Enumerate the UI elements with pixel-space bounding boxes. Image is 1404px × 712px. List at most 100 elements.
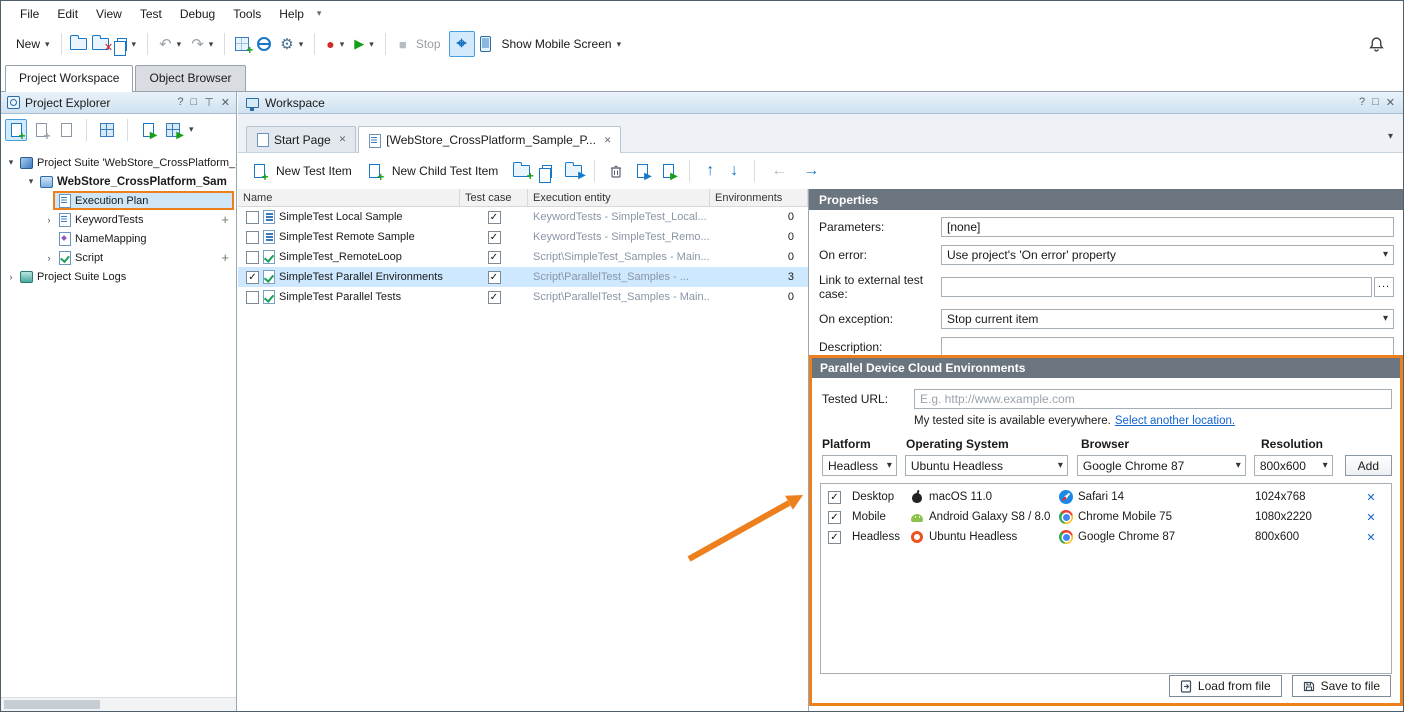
tree-item[interactable]: ▾ WebStore_CrossPlatform_Sam [1,172,236,191]
open-project-button[interactable] [68,33,90,55]
run-button[interactable]: ▶▾ [349,33,379,55]
test-case-checkbox[interactable]: ✓ [488,211,501,224]
close-tab-icon[interactable]: ✕ [339,134,347,145]
browse-button[interactable]: ... [1374,277,1394,297]
record-button[interactable]: ●▾ [321,33,349,55]
tree-item[interactable]: › KeywordTests + [1,210,236,229]
new-group-button[interactable]: + [510,160,532,182]
tree-item[interactable]: Execution Plan [1,191,236,210]
close-tab-icon[interactable]: ✕ [604,135,612,146]
row-checkbox[interactable] [246,231,259,244]
new-item-button[interactable]: + [30,119,52,141]
on-exception-select[interactable]: Stop current item [941,309,1394,329]
add-environment-button[interactable]: Add [1345,455,1392,476]
float-panel-button[interactable]: □ [1372,96,1379,109]
expander-icon[interactable]: ▾ [25,176,37,187]
menu-item[interactable]: File [11,3,48,25]
options-button[interactable]: ⚙▾ [275,32,308,56]
object-spy-button[interactable]: ⌖ [449,31,475,57]
close-panel-button[interactable]: ✕ [1386,96,1395,109]
move-into-group-button[interactable]: ▶ [562,160,584,182]
show-mobile-screen-button[interactable]: Show Mobile Screen ▾ [497,34,627,54]
pin-panel-button[interactable]: ⊤ [204,96,214,109]
add-new-item-button[interactable]: + [231,33,253,55]
select-location-link[interactable]: Select another location. [1115,415,1235,427]
delete-button[interactable] [605,160,627,182]
panel-tab[interactable]: Object Browser [135,65,245,91]
on-error-select[interactable]: Use project's 'On error' property [941,245,1394,265]
table-row[interactable]: SimpleTest Local Sample ✓ KeywordTests -… [238,207,808,227]
tree-item[interactable]: › Script + [1,248,236,267]
delete-environment-button[interactable]: ✕ [1351,531,1391,544]
test-case-checkbox[interactable]: ✓ [488,291,501,304]
notifications-button[interactable] [1365,33,1387,55]
test-case-checkbox[interactable]: ✓ [488,251,501,264]
add-icon[interactable]: + [221,250,229,265]
document-tab[interactable]: Start Page ✕ [246,126,356,152]
panel-tab[interactable]: Project Workspace [5,65,133,92]
menu-item[interactable]: Tools [224,3,270,25]
row-checkbox[interactable]: ✓ [246,271,259,284]
redo-button[interactable]: ↷▾ [186,32,218,56]
row-checkbox[interactable] [246,291,259,304]
run-project-suite-button[interactable]: ▶ [162,119,184,141]
menu-item[interactable]: Debug [171,3,224,25]
tree-item[interactable]: NameMapping [1,229,236,248]
delete-environment-button[interactable]: ✕ [1351,511,1391,524]
copy-item-button[interactable] [55,119,77,141]
delete-environment-button[interactable]: ✕ [1351,491,1391,504]
mobile-screen-icon-button[interactable] [475,33,497,55]
new-child-test-item-label[interactable]: New Child Test Item [392,164,498,178]
undo-button[interactable]: ↶▾ [154,32,186,56]
browser-select[interactable]: Google Chrome 87 [1077,455,1246,476]
run-focused-item-button[interactable]: ▶ [657,160,679,182]
help-button[interactable]: ? [1359,96,1365,109]
description-input[interactable] [941,337,1394,357]
environment-checkbox[interactable]: ✓ [828,531,841,544]
move-up-button[interactable]: ↑ [700,162,720,180]
save-all-button[interactable]: ▾ [112,35,142,54]
row-checkbox[interactable] [246,211,259,224]
scrollbar-thumb[interactable] [4,700,100,709]
menu-item[interactable]: Test [131,3,171,25]
platform-select[interactable]: Headless [822,455,897,476]
organize-items-button[interactable] [96,119,118,141]
link-external-test-case-input[interactable] [941,277,1372,297]
table-row[interactable]: SimpleTest Parallel Tests ✓ Script\Paral… [238,287,808,307]
close-panel-button[interactable]: ✕ [221,96,230,109]
horizontal-scrollbar[interactable] [1,697,236,711]
indent-item-button[interactable]: → [797,162,825,180]
add-item-button[interactable]: + [5,119,27,141]
menu-item[interactable]: Edit [48,3,87,25]
resolution-select[interactable]: 800x600 [1254,455,1333,476]
expander-icon[interactable]: ▾ [5,157,17,168]
expander-icon[interactable]: › [5,272,17,282]
test-case-checkbox[interactable]: ✓ [488,231,501,244]
row-checkbox[interactable] [246,251,259,264]
web-testing-button[interactable] [253,33,275,55]
load-from-file-button[interactable]: Load from file [1169,675,1282,697]
tree-item[interactable]: › Project Suite Logs [1,267,236,286]
expander-icon[interactable]: › [43,215,55,225]
add-icon[interactable]: + [221,212,229,227]
new-child-test-item-button[interactable]: + [364,160,386,182]
save-to-file-button[interactable]: Save to file [1292,675,1391,697]
table-row[interactable]: SimpleTest_RemoteLoop ✓ Script\SimpleTes… [238,247,808,267]
new-button[interactable]: New ▾ [11,34,55,54]
environment-row[interactable]: ✓ Desktop macOS 11.0 Safari [821,487,1391,507]
float-panel-button[interactable]: □ [191,96,198,109]
new-test-item-button[interactable]: + [248,160,270,182]
environment-checkbox[interactable]: ✓ [828,491,841,504]
menu-item[interactable]: Help [270,3,313,25]
environment-row[interactable]: ✓ Mobile Android Galaxy S8 / 8.0 [821,507,1391,527]
new-test-item-label[interactable]: New Test Item [276,164,352,178]
os-select[interactable]: Ubuntu Headless [905,455,1068,476]
table-row[interactable]: SimpleTest Remote Sample ✓ KeywordTests … [238,227,808,247]
help-button[interactable]: ? [177,96,183,109]
menu-item[interactable]: View [87,3,131,25]
test-case-checkbox[interactable]: ✓ [488,271,501,284]
chevron-down-icon[interactable]: ▾ [317,8,322,19]
tree-item[interactable]: ▾ Project Suite 'WebStore_CrossPlatform_… [1,153,236,172]
close-project-button[interactable]: ✕ [90,33,112,55]
expander-icon[interactable]: › [43,253,55,263]
